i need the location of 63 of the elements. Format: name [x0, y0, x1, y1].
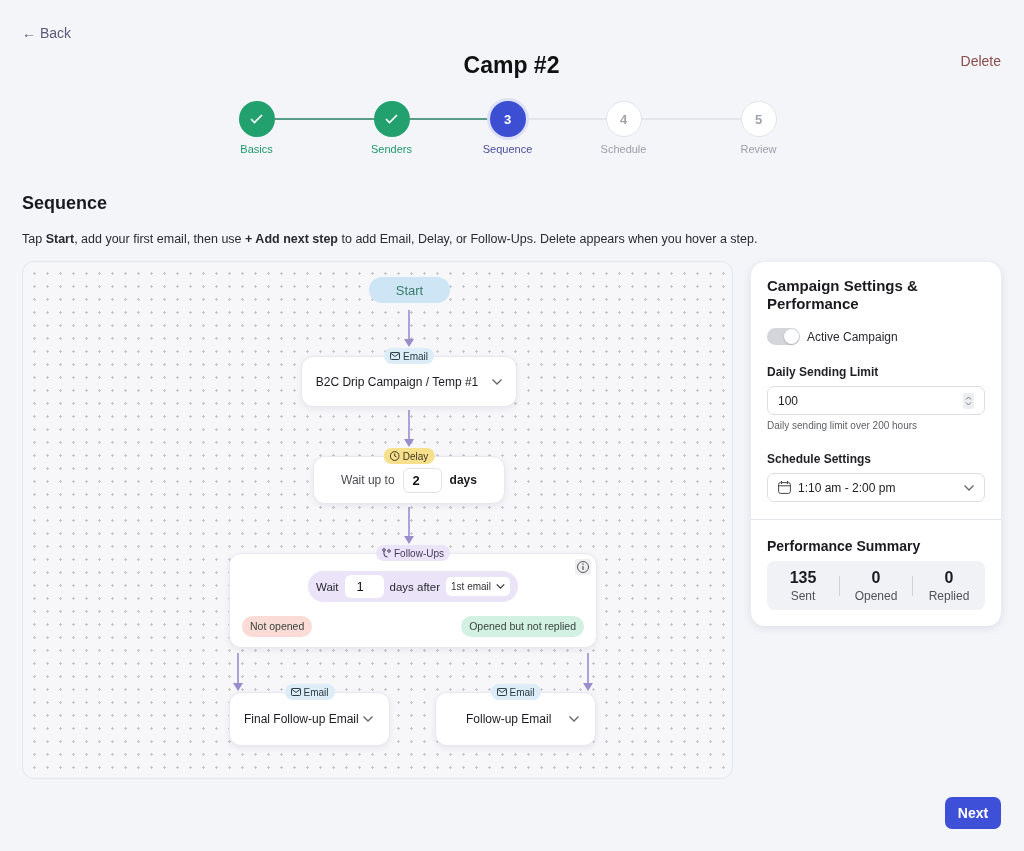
reference-email-select[interactable]: 1st email: [446, 577, 511, 596]
envelope-icon: [390, 352, 400, 360]
connector-arrow: [583, 652, 593, 691]
delay-unit: days: [449, 473, 477, 487]
tag-label: Follow-Ups: [394, 547, 444, 559]
instructions-text: Tap Start, add your first email, then use + Add next step to add Email, Delay, or Follow-Ups. Delete appears when you hover a step.: [22, 231, 759, 247]
chevron-down-icon: [496, 584, 506, 589]
step-label: Schedule: [600, 142, 647, 156]
stat-value: 0: [944, 567, 954, 587]
calendar-icon: [778, 481, 791, 494]
branch-condition-tag: Opened but not replied: [461, 616, 584, 637]
stat-label: Sent: [790, 588, 816, 604]
wait-label: Wait: [315, 580, 339, 593]
chevron-down-icon: [569, 716, 579, 722]
step-label: Basics: [240, 142, 273, 156]
connector-arrow: [233, 652, 243, 691]
step-label: Senders: [371, 142, 412, 156]
campaign-title: Camp #2: [463, 51, 560, 80]
field-label: Daily Sending Limit: [767, 365, 879, 380]
envelope-icon: [290, 688, 301, 696]
field-value: 100: [778, 393, 799, 408]
stat-value: 0: [871, 567, 881, 587]
panel-title: Campaign Settings & Performance: [767, 277, 919, 313]
branch-condition-tag: Not opened: [242, 616, 313, 637]
stat-value: 135: [789, 567, 817, 587]
schedule-select[interactable]: 1:10 am - 2:00 pm: [767, 473, 985, 502]
connector-arrow: [404, 409, 414, 447]
step-circle[interactable]: [238, 101, 275, 137]
stat-label: Opened: [854, 588, 898, 604]
step-label: Sequence: [482, 142, 533, 156]
chevron-down-icon: [363, 716, 373, 722]
summary-title: Performance Summary: [767, 537, 921, 555]
check-icon: [250, 114, 263, 124]
field-label: Schedule Settings: [767, 452, 872, 467]
branch-icon: [382, 548, 391, 558]
connector-arrow: [404, 506, 414, 544]
clock-icon: [389, 451, 400, 461]
chevron-down-icon: [964, 484, 974, 491]
days-input[interactable]: 2: [402, 467, 442, 493]
field-hint: Daily sending limit over 200 hours: [767, 419, 918, 432]
active-toggle[interactable]: [767, 328, 800, 345]
section-title: Sequence: [22, 192, 109, 214]
daily-limit-input[interactable]: 100: [767, 386, 985, 415]
step-circle[interactable]: [373, 101, 410, 137]
days-input[interactable]: 1: [344, 575, 384, 598]
delay-prefix: Wait up to: [341, 473, 395, 487]
next-button[interactable]: Next: [945, 797, 1001, 829]
days-after-label: days after: [389, 580, 441, 593]
field-value: 1:10 am - 2:00 pm: [798, 480, 896, 495]
spinner-icon[interactable]: [963, 392, 974, 409]
check-icon: [385, 114, 398, 124]
chevron-down-icon: [492, 378, 503, 385]
step-circle[interactable]: 3: [489, 101, 526, 137]
connector-arrow: [404, 309, 414, 347]
envelope-icon: [496, 688, 507, 696]
toggle-label: Active Campaign: [807, 329, 898, 344]
step-label: Review: [740, 142, 777, 156]
start-node[interactable]: Start: [369, 277, 450, 303]
delete-button[interactable]: Delete: [960, 52, 1001, 70]
back-link[interactable]: ← Back: [22, 24, 71, 42]
info-icon[interactable]: [575, 559, 591, 575]
stat-label: Replied: [928, 588, 970, 604]
tag-label: Delay: [402, 450, 429, 462]
